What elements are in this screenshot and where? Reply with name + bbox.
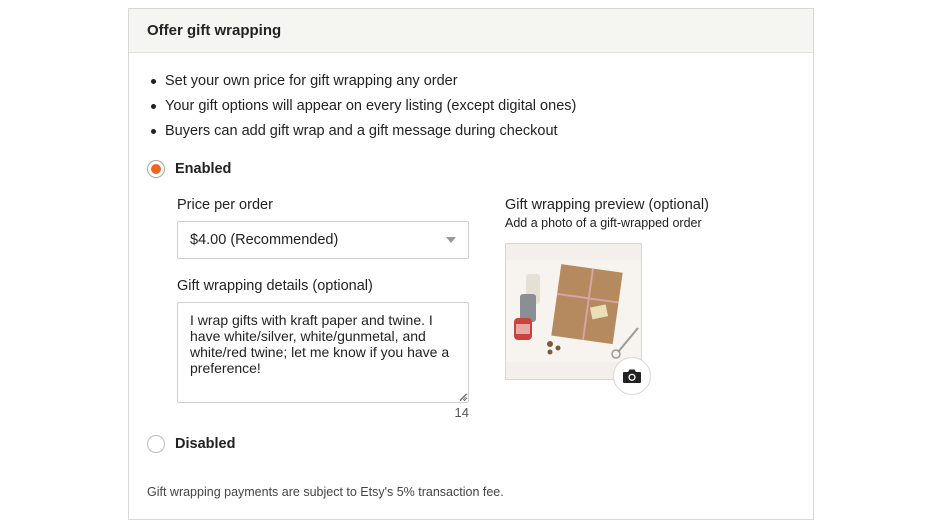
camera-icon	[623, 369, 641, 383]
price-label: Price per order	[177, 197, 273, 213]
fee-footnote: Gift wrapping payments are subject to Et…	[147, 485, 504, 499]
preview-title: Gift wrapping preview (optional)	[505, 197, 709, 213]
preview-subtitle: Add a photo of a gift-wrapped order	[505, 216, 702, 230]
enabled-label: Enabled	[175, 161, 232, 177]
chevron-down-icon	[446, 237, 456, 243]
info-bullet: Set your own price for gift wrapping any…	[149, 69, 576, 94]
disabled-option[interactable]: Disabled	[147, 435, 235, 453]
price-selected-value: $4.00 (Recommended)	[190, 232, 339, 248]
enabled-radio[interactable]	[147, 160, 165, 178]
disabled-radio[interactable]	[147, 435, 165, 453]
info-bullet: Buyers can add gift wrap and a gift mess…	[149, 119, 576, 144]
disabled-label: Disabled	[175, 436, 236, 452]
panel-header: Offer gift wrapping	[129, 9, 813, 53]
gift-photo-image	[506, 244, 641, 379]
details-textarea[interactable]: I wrap gifts with kraft paper and twine.…	[177, 302, 469, 403]
info-bullet: Your gift options will appear on every l…	[149, 94, 576, 119]
upload-photo-button[interactable]	[613, 357, 651, 395]
info-bullet-list: Set your own price for gift wrapping any…	[149, 69, 576, 144]
price-select[interactable]: $4.00 (Recommended)	[177, 221, 469, 259]
gift-wrapping-panel: Offer gift wrapping Set your own price f…	[128, 8, 814, 520]
resize-grip-icon[interactable]	[459, 393, 467, 401]
details-label: Gift wrapping details (optional)	[177, 278, 373, 294]
char-count: 14	[454, 405, 469, 420]
enabled-option[interactable]: Enabled	[147, 160, 231, 178]
panel-title: Offer gift wrapping	[147, 22, 282, 39]
